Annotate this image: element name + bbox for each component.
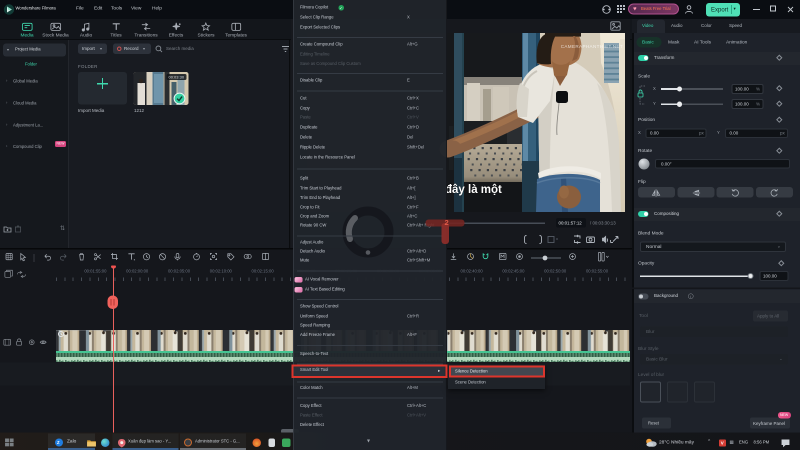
svg-text:00:03:30: 00:03:30 (169, 75, 185, 80)
svg-text:đây là một: đây là một (445, 184, 502, 196)
svg-text:CAMERAPHANTHIET.NET: CAMERAPHANTHIET.NET (561, 44, 623, 49)
